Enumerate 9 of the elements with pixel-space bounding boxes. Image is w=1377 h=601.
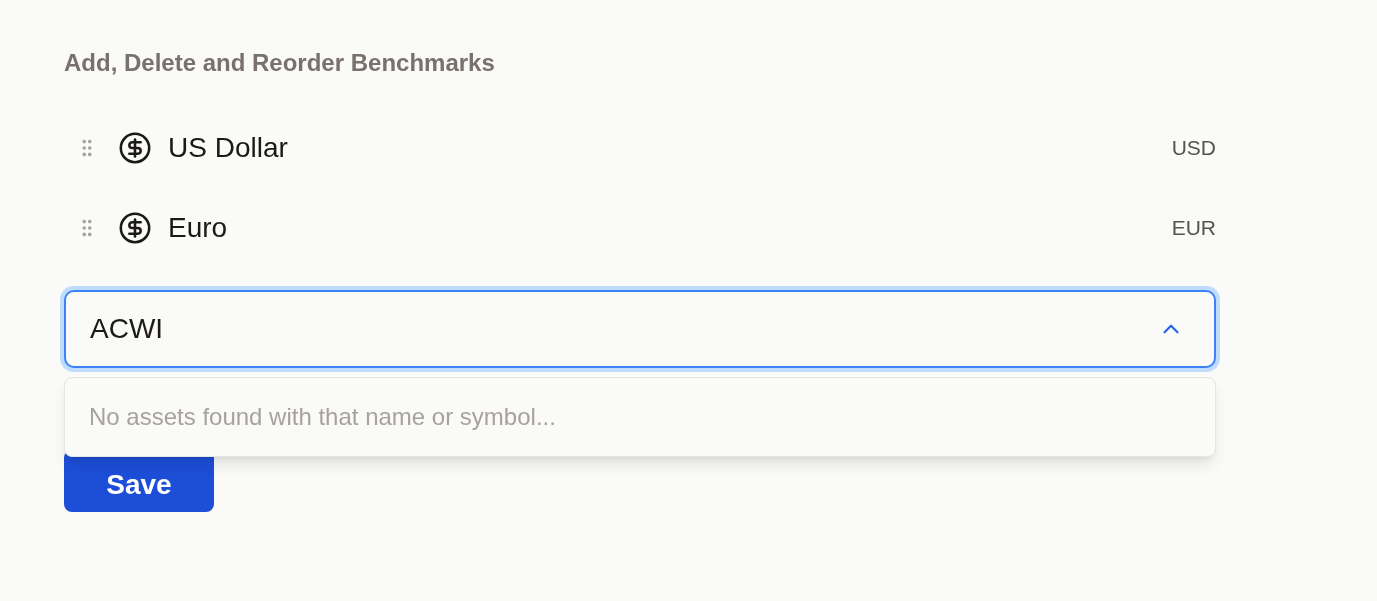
benchmark-symbol: USD [1171,135,1216,162]
benchmark-name: US Dollar [168,131,288,165]
dollar-icon [118,131,152,165]
empty-message: No assets found with that name or symbol... [89,402,556,432]
benchmark-name: Euro [168,211,228,245]
dollar-icon [118,211,152,245]
benchmark-symbol: EUR [1171,215,1216,242]
search-field[interactable]: ACWI [64,290,1216,368]
section-heading: Add, Delete and Reorder Benchmarks [64,48,496,78]
